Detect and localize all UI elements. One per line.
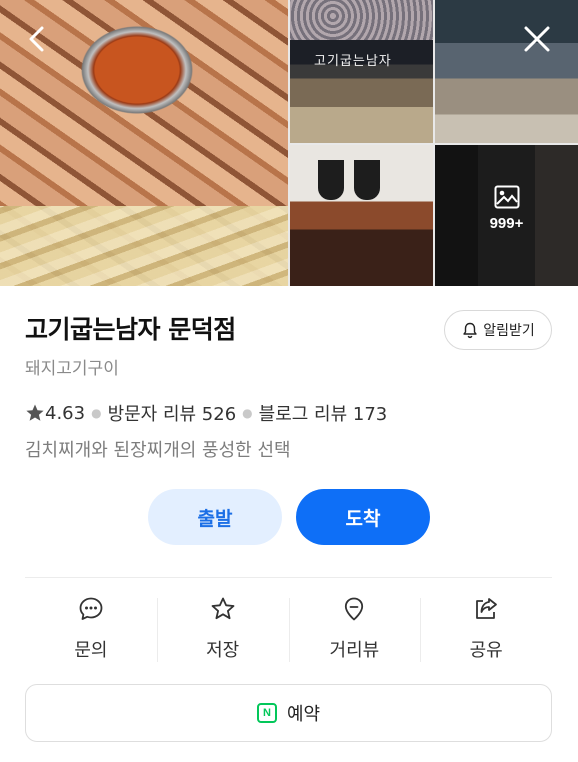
save-button[interactable]: 저장 <box>156 592 289 668</box>
store-sign-text: 고기굽는남자 <box>314 54 392 69</box>
section-divider <box>25 577 552 578</box>
exhaust-hood <box>318 160 344 200</box>
star-icon <box>26 404 44 421</box>
exhaust-hood <box>354 160 380 200</box>
separator-dot: ● <box>91 406 102 420</box>
action-label: 문의 <box>74 640 108 661</box>
photo-gallery: 고기굽는남자 999+ <box>0 0 578 286</box>
inquiry-button[interactable]: 문의 <box>25 592 157 668</box>
back-button[interactable] <box>20 22 54 56</box>
action-label: 저장 <box>206 640 240 661</box>
location-pin-icon <box>345 597 364 621</box>
action-bar: 문의 저장 거리뷰 공유 <box>25 592 552 668</box>
more-photos-tile[interactable]: 999+ <box>435 145 578 286</box>
tables-photo[interactable] <box>290 145 433 286</box>
chat-bubble-icon <box>79 597 103 620</box>
chevron-left-icon <box>29 26 44 52</box>
arrive-button[interactable]: 도착 <box>296 489 430 545</box>
share-icon <box>476 598 498 619</box>
action-label: 공유 <box>469 640 503 661</box>
more-photos-count: 999+ <box>489 215 524 232</box>
close-button[interactable] <box>520 22 554 56</box>
blossom-decor <box>290 0 433 40</box>
depart-button[interactable]: 출발 <box>148 489 282 545</box>
more-photos-badge: 999+ <box>435 185 578 232</box>
separator-dot: ● <box>242 406 253 420</box>
image-icon <box>494 185 519 209</box>
share-button[interactable]: 공유 <box>420 592 552 668</box>
store-description: 김치찌개와 된장찌개의 풍성한 선택 <box>25 440 291 461</box>
store-name: 고기굽는남자 문덕점 <box>25 315 236 344</box>
notify-label: 알림받기 <box>483 323 535 339</box>
photo-detail <box>0 206 288 286</box>
close-icon <box>524 26 550 52</box>
naver-booking-icon: N <box>256 703 277 723</box>
visitor-reviews-link[interactable]: 방문자 리뷰 526 <box>108 400 237 426</box>
street-view-button[interactable]: 거리뷰 <box>288 592 421 668</box>
blog-reviews-link[interactable]: 블로그 리뷰 173 <box>259 400 388 426</box>
notify-button[interactable]: 알림받기 <box>444 310 552 350</box>
reservation-button[interactable]: N 예약 <box>25 684 552 742</box>
store-category: 돼지고기구이 <box>25 359 119 379</box>
review-stats: 4.63 ● 방문자 리뷰 526 ● 블로그 리뷰 173 <box>25 400 387 426</box>
action-label: 거리뷰 <box>329 640 380 661</box>
bell-icon <box>463 322 477 339</box>
rating-value: 4.63 <box>45 402 86 424</box>
booking-badge-letter: N <box>262 707 271 719</box>
interior-photo[interactable] <box>435 0 578 143</box>
star-outline-icon <box>211 597 235 620</box>
storefront-photo[interactable]: 고기굽는남자 <box>290 0 433 143</box>
reservation-label: 예약 <box>286 704 321 725</box>
